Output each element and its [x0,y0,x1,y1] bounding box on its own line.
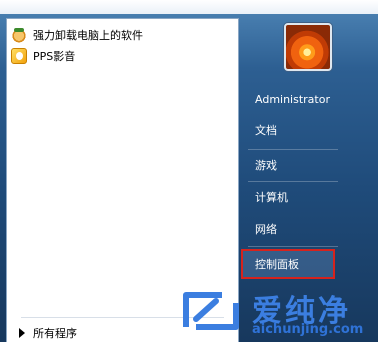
link-label: 文档 [255,124,277,137]
window-top-strip [0,0,378,14]
link-label: 控制面板 [255,258,299,271]
program-label: 强力卸载电脑上的软件 [33,29,143,42]
link-network[interactable]: 网络 [243,216,338,242]
link-label: 计算机 [255,191,288,204]
user-avatar[interactable] [284,23,332,71]
link-administrator[interactable]: Administrator [243,86,338,112]
uninstall-icon [11,27,27,43]
right-divider [248,149,338,150]
link-label: 网络 [255,223,277,236]
all-programs-label: 所有程序 [33,327,77,340]
link-control-panel[interactable]: 控制面板 [243,251,338,277]
link-games[interactable]: 游戏 [243,152,338,178]
link-computer[interactable]: 计算机 [243,184,338,210]
all-programs-button[interactable]: 所有程序 [15,325,77,341]
link-label: Administrator [255,92,330,106]
program-label: PPS影音 [33,50,76,63]
watermark-logo-icon [183,292,239,330]
program-item-pps[interactable]: PPS影音 [11,46,236,66]
program-item-uninstaller[interactable]: 强力卸载电脑上的软件 [11,25,236,45]
watermark-url: aichunjing.com [252,322,364,337]
link-documents[interactable]: 文档 [243,117,338,143]
link-label: 游戏 [255,159,277,172]
triangle-right-icon [19,328,25,338]
right-divider [248,246,338,247]
right-divider [248,181,338,182]
pps-player-icon [11,48,27,64]
